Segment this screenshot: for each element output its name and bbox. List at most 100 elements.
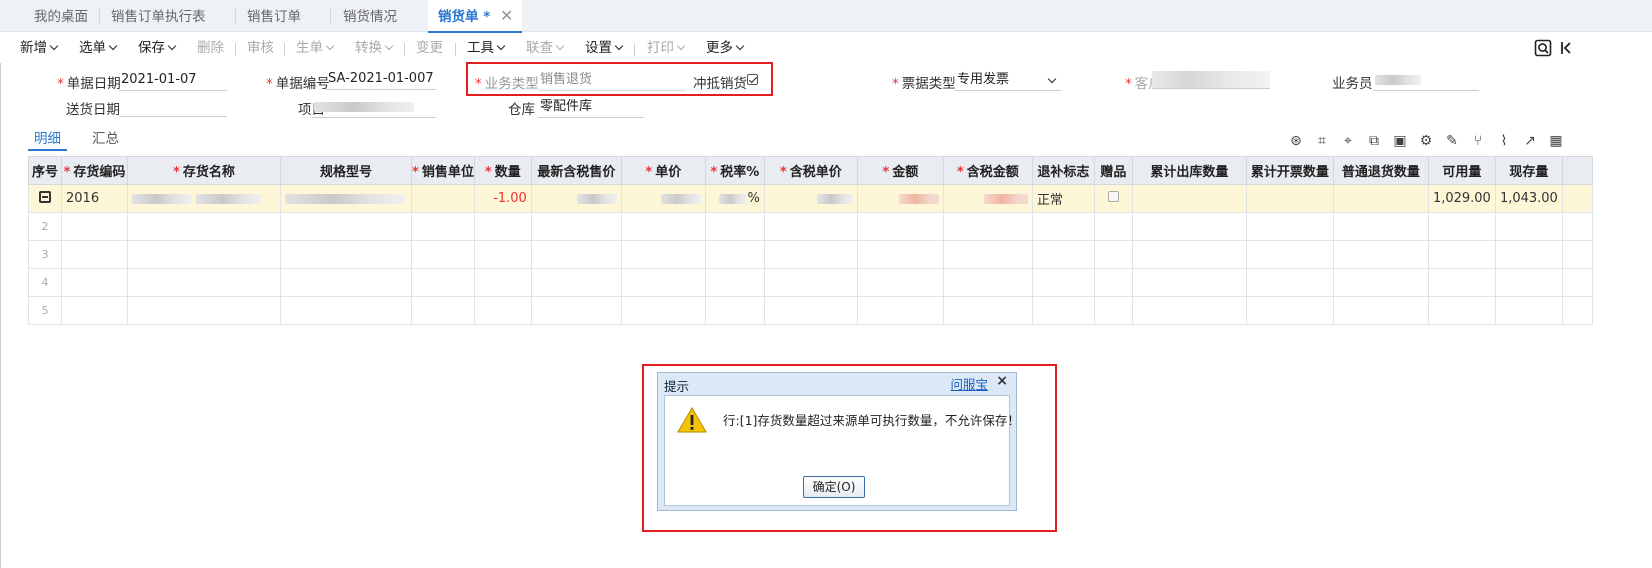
location-icon[interactable]: ⌖ <box>1340 133 1356 149</box>
scan-icon[interactable]: ⌗ <box>1314 133 1330 149</box>
cell-latest-price[interactable] <box>530 184 622 213</box>
column-header-label: 普通退货数量 <box>1341 165 1420 180</box>
close-icon[interactable]: × <box>996 373 1008 389</box>
tab-sales-delivery-label: 销货单 * <box>438 9 491 25</box>
doc-no-field[interactable]: SA-2021-01-007 <box>326 68 436 90</box>
print-button[interactable]: 打印 <box>647 33 686 63</box>
cell-spec[interactable] <box>280 184 412 213</box>
biz-type-field[interactable]: 销售退货 <box>538 69 686 91</box>
export-icon[interactable]: ↗ <box>1522 133 1538 149</box>
tab-my-desktop[interactable]: 我的桌面 <box>34 0 88 32</box>
columns-icon[interactable]: ▦ <box>1548 133 1564 149</box>
chevron-down-icon <box>167 41 177 51</box>
warehouse-field[interactable]: 零配件库 <box>538 96 644 118</box>
tools-button[interactable]: 工具 <box>467 33 506 63</box>
column-header[interactable]: * 金额 <box>856 156 944 185</box>
table-row[interactable]: 4 <box>28 268 1593 297</box>
column-header[interactable]: 可用量 <box>1427 156 1496 185</box>
offset-checkbox[interactable] <box>747 74 758 85</box>
toolbar-separator <box>634 43 635 56</box>
dialog-body: 行:[1]存货数量超过来源单可执行数量，不允许保存！ 确定(O) <box>664 395 1020 506</box>
doc-date-label-text: 单据日期 <box>66 76 121 92</box>
tab-sales-order-exec[interactable]: 销售订单执行表 <box>111 0 206 32</box>
ok-button[interactable]: 确定(O) <box>803 476 865 498</box>
column-header[interactable]: * 存货名称 <box>127 156 281 185</box>
warning-icon <box>677 407 707 437</box>
column-header[interactable]: * 单价 <box>620 156 706 185</box>
save-button[interactable]: 保存 <box>138 33 177 63</box>
column-header[interactable]: * 销售单位 <box>411 156 475 185</box>
row-menu[interactable] <box>28 184 62 213</box>
salesman-field[interactable] <box>1373 69 1479 91</box>
chevron-down-icon <box>496 41 506 51</box>
paste-icon[interactable]: ▣ <box>1392 133 1408 149</box>
settings-label: 设置 <box>585 40 612 56</box>
query-button[interactable]: 联查 <box>526 33 565 63</box>
column-header[interactable]: * 数量 <box>473 156 532 185</box>
edit-icon[interactable]: ✎ <box>1444 133 1460 149</box>
invoice-type-select[interactable]: 专用发票 <box>955 69 1061 91</box>
cell-name[interactable] <box>127 184 281 213</box>
copy-icon[interactable]: ⧉ <box>1366 133 1382 149</box>
change-button[interactable]: 变更 <box>416 33 443 63</box>
cell-tax-amount[interactable] <box>942 184 1033 213</box>
preview-icon[interactable] <box>1534 33 1552 63</box>
split-icon[interactable]: ⑂ <box>1470 133 1486 149</box>
bulb-icon[interactable]: ⊛ <box>1288 133 1304 149</box>
column-header[interactable]: 累计出库数量 <box>1131 156 1247 185</box>
more-button[interactable]: 更多 <box>706 33 745 63</box>
column-header[interactable]: * 含税金额 <box>942 156 1033 185</box>
collapse-icon[interactable] <box>1560 33 1572 63</box>
column-header[interactable]: 现存量 <box>1494 156 1563 185</box>
doc-date-field[interactable]: 2021-01-07 <box>119 69 227 91</box>
column-header[interactable]: * 存货编码 <box>61 156 128 185</box>
table-row[interactable]: 5 <box>28 296 1593 325</box>
dialog-help-link[interactable]: 问服宝 <box>950 374 988 393</box>
tab-sales-status[interactable]: 销货情况 <box>343 0 397 32</box>
column-header-extra <box>1561 156 1593 185</box>
column-header[interactable]: 退补标志 <box>1031 156 1095 185</box>
column-header[interactable]: 序号 <box>28 156 62 185</box>
column-header[interactable]: 赠品 <box>1093 156 1133 185</box>
column-header[interactable]: * 含税单价 <box>763 156 858 185</box>
column-header[interactable]: 普通退货数量 <box>1332 156 1429 185</box>
new-button[interactable]: 新增 <box>20 33 59 63</box>
cell-qty[interactable]: -1.00 <box>473 184 532 213</box>
cell-unit[interactable] <box>411 184 475 213</box>
chart-icon[interactable]: ⌇ <box>1496 133 1512 149</box>
column-header[interactable]: 最新含税售价 <box>530 156 622 185</box>
table-row[interactable]: 2016 -1.00 % 正常 1,029.00 1,043.00 <box>28 184 1593 213</box>
column-header[interactable]: * 税率% <box>704 156 765 185</box>
cell-flag[interactable]: 正常 <box>1031 184 1095 213</box>
chevron-down-icon <box>325 41 335 51</box>
settings-icon[interactable]: ⚙ <box>1418 133 1434 149</box>
tab-detail[interactable]: 明细 <box>28 127 67 151</box>
cell-amount[interactable] <box>856 184 944 213</box>
cell-tax-unit-price[interactable] <box>763 184 858 213</box>
required-mark: * <box>779 165 787 180</box>
customer-field[interactable] <box>1152 71 1270 89</box>
column-header[interactable]: 累计开票数量 <box>1245 156 1334 185</box>
project-field[interactable] <box>312 96 436 118</box>
generate-button[interactable]: 生单 <box>296 33 335 63</box>
chevron-down-icon <box>49 41 59 51</box>
delivery-date-field[interactable] <box>119 95 227 117</box>
column-header-label: 累计出库数量 <box>1150 165 1229 180</box>
tab-sales-order[interactable]: 销售订单 <box>247 0 301 32</box>
gift-checkbox[interactable] <box>1107 191 1119 202</box>
column-header[interactable]: 规格型号 <box>280 156 412 185</box>
cell-code[interactable]: 2016 <box>61 184 128 213</box>
close-icon[interactable]: ✕ <box>500 0 513 32</box>
table-row[interactable]: 3 <box>28 240 1593 269</box>
delete-button[interactable]: 删除 <box>197 33 224 63</box>
convert-button[interactable]: 转换 <box>355 33 394 63</box>
cell-unit-price[interactable] <box>620 184 706 213</box>
cell-gift[interactable] <box>1093 184 1133 213</box>
cell-tax-rate[interactable]: % <box>704 184 765 213</box>
table-row[interactable]: 2 <box>28 212 1593 241</box>
tab-summary[interactable]: 汇总 <box>92 127 119 147</box>
settings-button[interactable]: 设置 <box>585 33 624 63</box>
audit-button[interactable]: 审核 <box>247 33 274 63</box>
select-button[interactable]: 选单 <box>79 33 118 63</box>
doc-no-label-text: 单据编号 <box>275 76 330 92</box>
